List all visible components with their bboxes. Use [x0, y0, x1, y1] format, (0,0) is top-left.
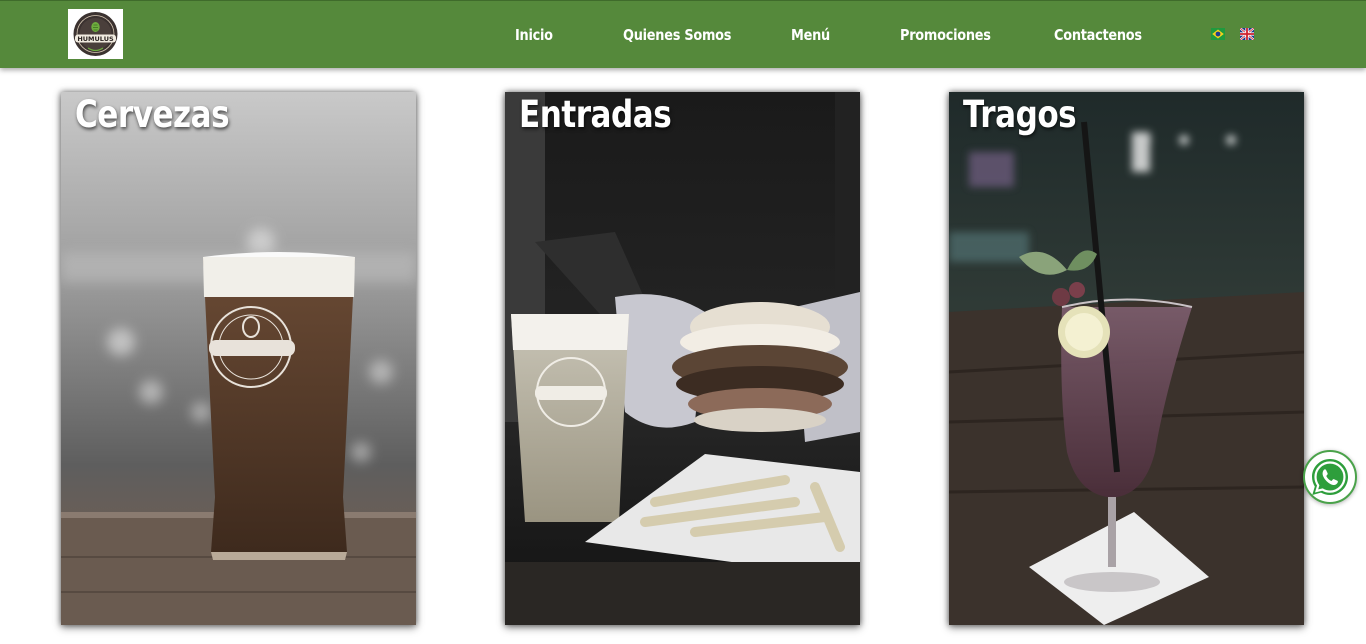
- card-title-tragos: Tragos: [963, 93, 1077, 136]
- whatsapp-icon: [1312, 459, 1348, 495]
- nav-promociones[interactable]: Promociones: [900, 22, 991, 48]
- card-tragos[interactable]: Tragos: [949, 92, 1304, 625]
- nav-inicio[interactable]: Inicio: [515, 22, 553, 48]
- whatsapp-button[interactable]: [1303, 450, 1357, 504]
- humulus-logo-icon: HUMULUS: [73, 12, 118, 56]
- nav-menu[interactable]: Menú: [791, 22, 830, 48]
- uk-flag-icon[interactable]: [1240, 28, 1254, 40]
- burger-and-beer-photo: [505, 92, 860, 625]
- card-cervezas[interactable]: Cervezas: [61, 92, 416, 625]
- nav-contactenos[interactable]: Contactenos: [1054, 22, 1142, 48]
- main-navbar: HUMULUS Inicio Quienes Somos Menú Promoc…: [0, 0, 1366, 68]
- svg-text:HUMULUS: HUMULUS: [77, 35, 114, 43]
- card-entradas[interactable]: Entradas: [505, 92, 860, 625]
- card-title-entradas: Entradas: [519, 93, 672, 136]
- beer-glass-photo: [61, 92, 416, 625]
- cocktail-photo: [949, 92, 1304, 625]
- brazil-flag-icon[interactable]: [1211, 28, 1225, 40]
- nav-quienes-somos[interactable]: Quienes Somos: [623, 22, 731, 48]
- card-title-cervezas: Cervezas: [75, 93, 230, 136]
- brand-logo[interactable]: HUMULUS: [68, 9, 123, 59]
